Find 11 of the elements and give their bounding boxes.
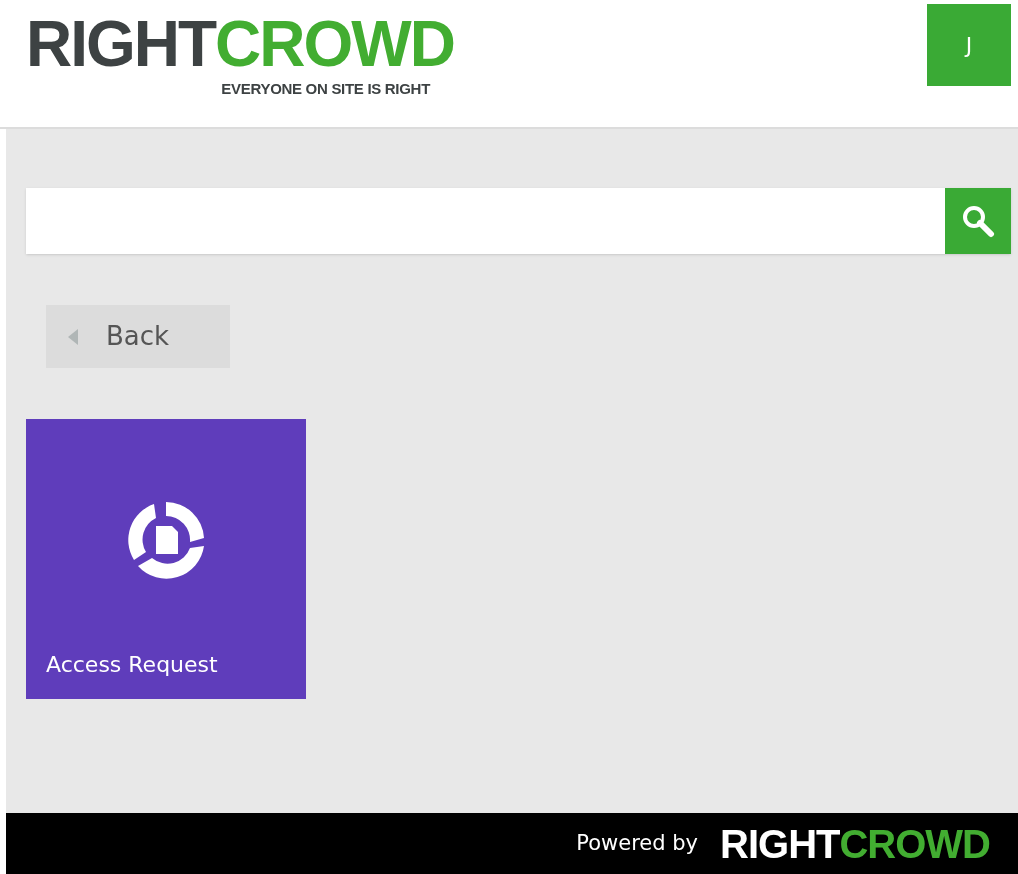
search-button[interactable] [945,188,1011,254]
powered-by-text: Powered by [576,829,699,857]
back-button[interactable]: Back [46,305,230,368]
search-field[interactable] [26,188,1011,254]
search-icon [961,204,995,238]
logo-tagline: EVERYONE ON SITE IS RIGHT [221,79,430,99]
logo-wordmark: RIGHTCROWD [720,823,990,864]
user-avatar-button[interactable]: J [927,4,1011,86]
caret-icon [68,328,78,345]
app-tile[interactable]: Access Request [26,419,306,699]
logo-wordmark: RIGHTCROWD [26,12,454,76]
